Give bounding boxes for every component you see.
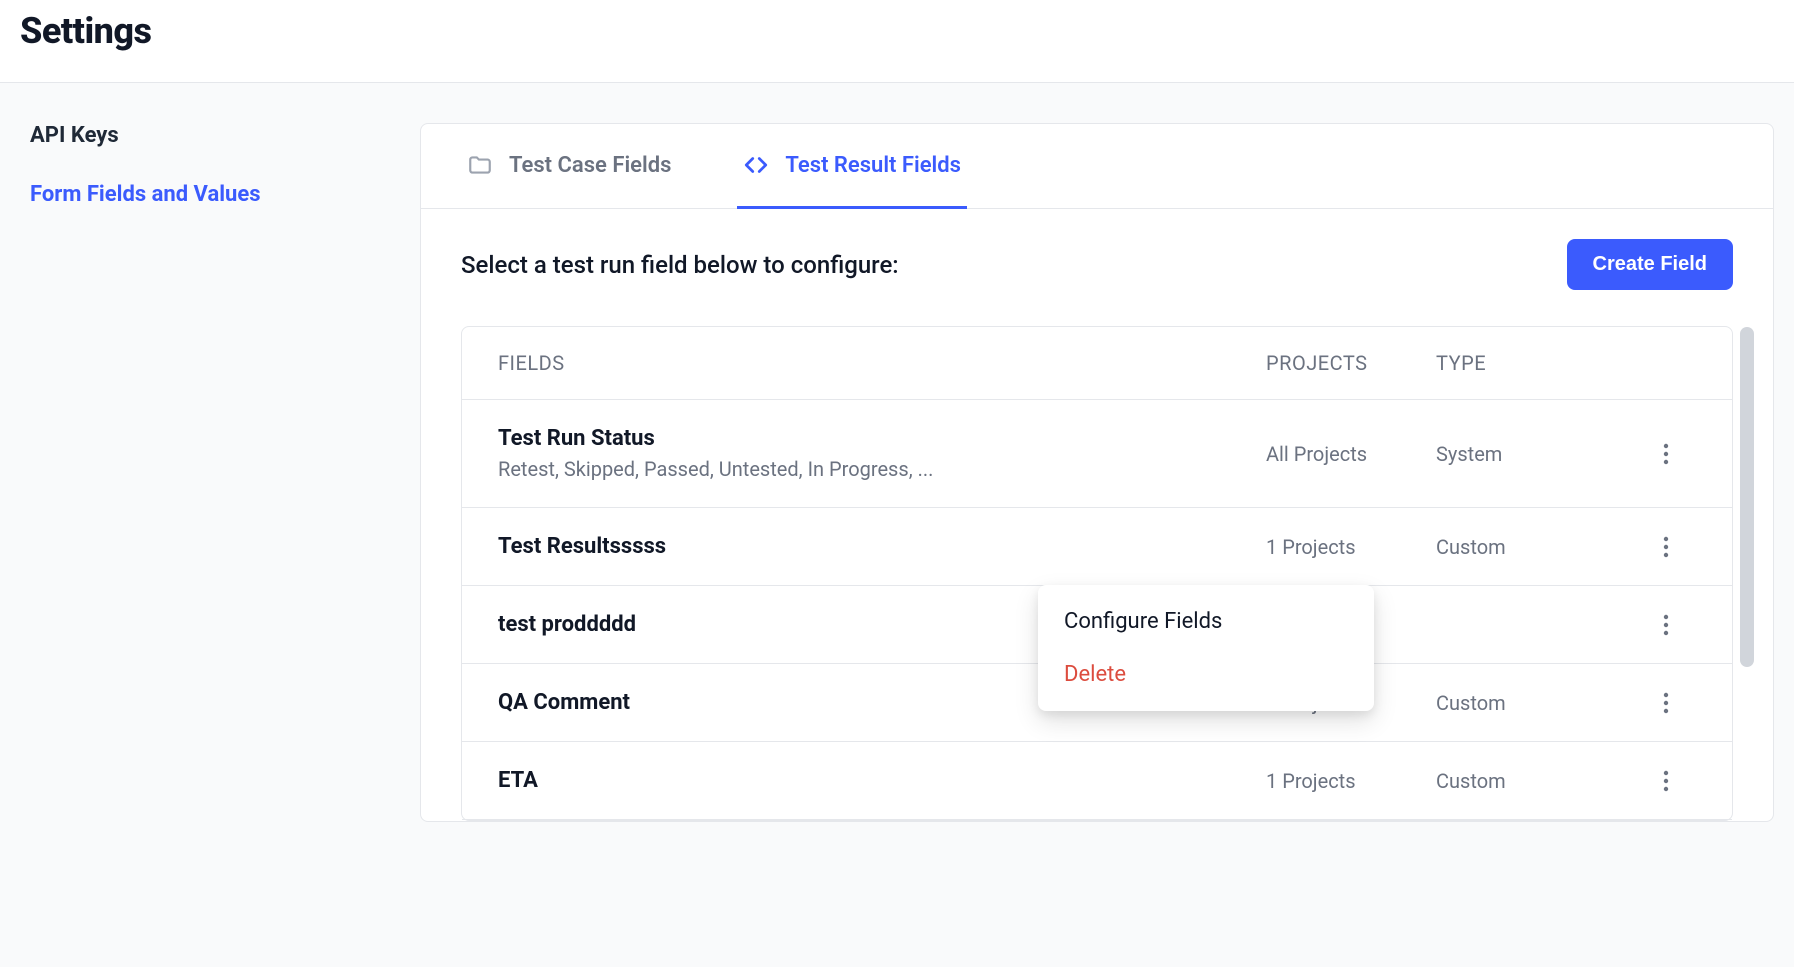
table-row[interactable]: Test Run Status Retest, Skipped, Passed,… — [462, 400, 1732, 508]
field-projects: 1 Projects — [1266, 769, 1436, 793]
sidebar-item-api-keys[interactable]: API Keys — [30, 123, 390, 148]
kebab-icon — [1663, 692, 1669, 714]
field-desc: Retest, Skipped, Passed, Untested, In Pr… — [498, 457, 1266, 481]
tab-test-case-fields[interactable]: Test Case Fields — [461, 124, 677, 209]
field-type: System — [1436, 442, 1636, 466]
form-fields-panel: Test Case Fields Test Result Fields Sele… — [420, 123, 1774, 822]
kebab-icon — [1663, 443, 1669, 465]
tabs: Test Case Fields Test Result Fields — [421, 124, 1773, 209]
kebab-icon — [1663, 536, 1669, 558]
row-actions-button[interactable] — [1636, 770, 1696, 792]
menu-delete[interactable]: Delete — [1038, 648, 1374, 701]
col-type: TYPE — [1436, 351, 1636, 375]
menu-configure-fields[interactable]: Configure Fields — [1038, 595, 1374, 648]
page-title-bar: Settings — [0, 0, 1794, 83]
row-actions-button[interactable] — [1636, 692, 1696, 714]
panel-prompt: Select a test run field below to configu… — [461, 251, 899, 279]
main-content: Test Case Fields Test Result Fields Sele… — [420, 83, 1794, 967]
field-projects: 1 Projects — [1266, 535, 1436, 559]
col-projects: PROJECTS — [1266, 351, 1436, 375]
fields-table: FIELDS PROJECTS TYPE Test Run Status Ret… — [461, 326, 1733, 821]
scrollbar-thumb[interactable] — [1740, 327, 1754, 667]
kebab-icon — [1663, 614, 1669, 636]
row-actions-button[interactable] — [1636, 614, 1696, 636]
table-row[interactable]: Test Resultsssss 1 Projects Custom — [462, 508, 1732, 586]
row-actions-button[interactable] — [1636, 443, 1696, 465]
kebab-icon — [1663, 770, 1669, 792]
field-name: Test Resultsssss — [498, 534, 1266, 559]
field-name: Test Run Status — [498, 426, 1266, 451]
field-type: Custom — [1436, 535, 1636, 559]
tab-label: Test Result Fields — [785, 153, 961, 178]
row-actions-button[interactable] — [1636, 536, 1696, 558]
field-type: Custom — [1436, 691, 1636, 715]
row-action-menu: Configure Fields Delete — [1038, 585, 1374, 711]
field-projects: All Projects — [1266, 442, 1436, 466]
tab-test-result-fields[interactable]: Test Result Fields — [737, 124, 967, 209]
table-header: FIELDS PROJECTS TYPE — [462, 327, 1732, 400]
folder-icon — [467, 152, 493, 178]
field-type: Custom — [1436, 769, 1636, 793]
col-fields: FIELDS — [498, 351, 1266, 375]
create-field-button[interactable]: Create Field — [1567, 239, 1733, 290]
page-title: Settings — [20, 10, 1774, 52]
settings-sidebar: API Keys Form Fields and Values — [0, 83, 420, 967]
field-name: ETA — [498, 768, 1266, 793]
code-icon — [743, 152, 769, 178]
sidebar-item-form-fields[interactable]: Form Fields and Values — [30, 182, 390, 207]
tab-label: Test Case Fields — [509, 153, 671, 178]
table-row[interactable]: ETA 1 Projects Custom — [462, 742, 1732, 820]
